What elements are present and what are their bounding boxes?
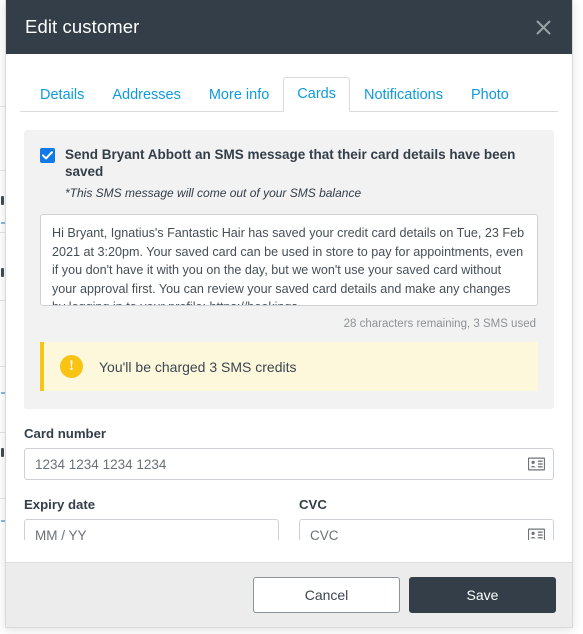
sms-message-textarea[interactable]	[40, 214, 538, 306]
cvc-input[interactable]	[299, 519, 554, 540]
edit-customer-modal: Edit customer Details Addresses More inf…	[5, 0, 573, 628]
modal-footer: Cancel Save	[6, 562, 572, 627]
warning-message: You'll be charged 3 SMS credits	[99, 358, 297, 375]
card-number-field-wrap	[24, 448, 554, 480]
tab-more-info[interactable]: More info	[195, 78, 283, 112]
warning-exclamation-icon: !	[60, 355, 83, 378]
tab-notifications[interactable]: Notifications	[350, 78, 457, 112]
cancel-button[interactable]: Cancel	[253, 577, 400, 613]
expiry-date-input[interactable]	[24, 519, 279, 540]
tab-list: Details Addresses More info Cards Notifi…	[20, 76, 558, 112]
expiry-cvc-row: Expiry date CVC	[24, 480, 554, 540]
close-icon[interactable]	[528, 12, 558, 42]
expiry-date-field-wrap	[24, 519, 279, 540]
tab-details[interactable]: Details	[26, 78, 98, 112]
save-button[interactable]: Save	[409, 577, 556, 613]
tab-photo[interactable]: Photo	[457, 78, 523, 112]
send-sms-checkbox-row[interactable]: Send Bryant Abbott an SMS message that t…	[40, 146, 538, 180]
sms-credits-warning-banner: ! You'll be charged 3 SMS credits	[40, 342, 538, 391]
card-number-input[interactable]	[24, 448, 554, 480]
cvc-label: CVC	[299, 497, 327, 512]
sms-balance-note: *This SMS message will come out of your …	[65, 186, 362, 200]
tab-addresses[interactable]: Addresses	[98, 78, 195, 112]
close-icon-glyph	[536, 20, 550, 34]
cvc-field-wrap	[299, 519, 554, 540]
send-sms-checkbox-label: Send Bryant Abbott an SMS message that t…	[65, 147, 516, 179]
tabs-container: Details Addresses More info Cards Notifi…	[6, 54, 572, 112]
checkmark-icon	[42, 151, 53, 160]
sms-character-count: 28 characters remaining, 3 SMS used	[343, 318, 536, 330]
expiry-date-label: Expiry date	[24, 497, 96, 512]
send-sms-checkbox[interactable]	[40, 148, 55, 163]
modal-body: Send Bryant Abbott an SMS message that t…	[6, 112, 572, 540]
cvc-group: CVC	[299, 480, 554, 540]
tab-cards[interactable]: Cards	[283, 77, 350, 112]
page-title: Edit customer	[25, 16, 140, 37]
expiry-date-group: Expiry date	[24, 480, 279, 540]
modal-titlebar: Edit customer	[6, 0, 572, 54]
card-number-label: Card number	[24, 426, 107, 441]
sms-notification-panel: Send Bryant Abbott an SMS message that t…	[24, 130, 554, 409]
